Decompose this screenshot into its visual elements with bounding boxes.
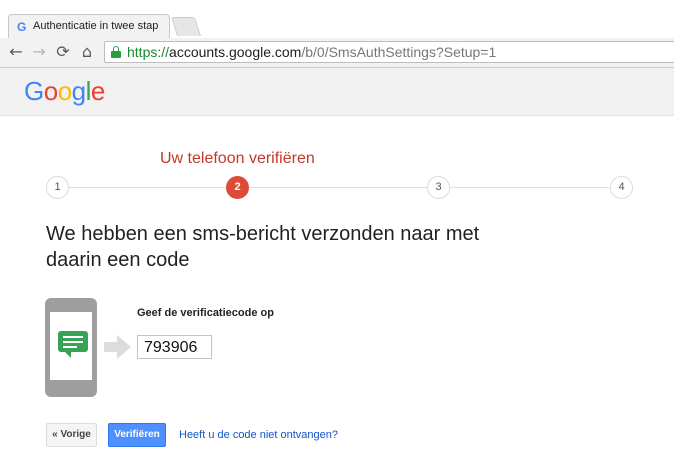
code-label: Geef de verificatiecode op <box>137 307 274 319</box>
browser-toolbar: ← → ⟳ ⌂ https://accounts.google.com/b/0/… <box>0 38 674 68</box>
url-path: /b/0/SmsAuthSettings?Setup=1 <box>301 44 497 60</box>
url-scheme: https:// <box>127 44 170 60</box>
new-tab-button[interactable] <box>170 17 202 36</box>
google-favicon-icon: G <box>17 20 27 34</box>
step-2: 2 <box>226 176 249 199</box>
logo-letter: e <box>90 76 105 106</box>
address-bar[interactable]: https://accounts.google.com/b/0/SmsAuthS… <box>104 41 674 63</box>
phone-screen: ↩⌂▭ <box>50 312 92 392</box>
stepper-line <box>58 187 622 188</box>
code-not-received-link[interactable]: Heeft u de code niet ontvangen? <box>179 429 338 441</box>
browser-tab[interactable]: G Authenticatie in twee stap <box>8 14 170 38</box>
logo-letter: G <box>24 76 44 106</box>
home-icon[interactable]: ⌂ <box>77 42 97 62</box>
verify-button[interactable]: Verifiëren <box>108 423 166 447</box>
back-arrow-icon[interactable]: ← <box>6 42 26 62</box>
lock-icon <box>111 46 121 58</box>
url-text: https://accounts.google.com/b/0/SmsAuthS… <box>127 44 496 60</box>
step-4: 4 <box>610 176 633 199</box>
logo-letter: o <box>43 76 58 106</box>
logo-letter: o <box>57 76 72 106</box>
phone-nav-keys-icon: ↩⌂▭ <box>61 384 87 392</box>
google-header: Google <box>0 68 674 116</box>
step-1: 1 <box>46 176 69 199</box>
back-button[interactable]: « Vorige <box>46 423 97 447</box>
phone-illustration-icon: ↩⌂▭ <box>45 298 97 397</box>
sms-bubble-icon <box>58 331 88 358</box>
tab-title: Authenticatie in twee stap <box>33 20 159 32</box>
google-logo[interactable]: Google <box>24 76 105 107</box>
arrow-right-icon <box>104 335 131 359</box>
browser-tabstrip: G Authenticatie in twee stap <box>0 0 674 38</box>
verification-code-input[interactable]: 793906 <box>137 335 212 359</box>
step-title: Uw telefoon verifiëren <box>160 150 315 167</box>
step-3: 3 <box>427 176 450 199</box>
forward-arrow-icon[interactable]: → <box>29 42 49 62</box>
page-heading: We hebben een sms-bericht verzonden naar… <box>46 223 480 271</box>
reload-icon[interactable]: ⟳ <box>53 42 73 62</box>
logo-letter: g <box>71 76 86 106</box>
url-host: accounts.google.com <box>169 44 302 60</box>
